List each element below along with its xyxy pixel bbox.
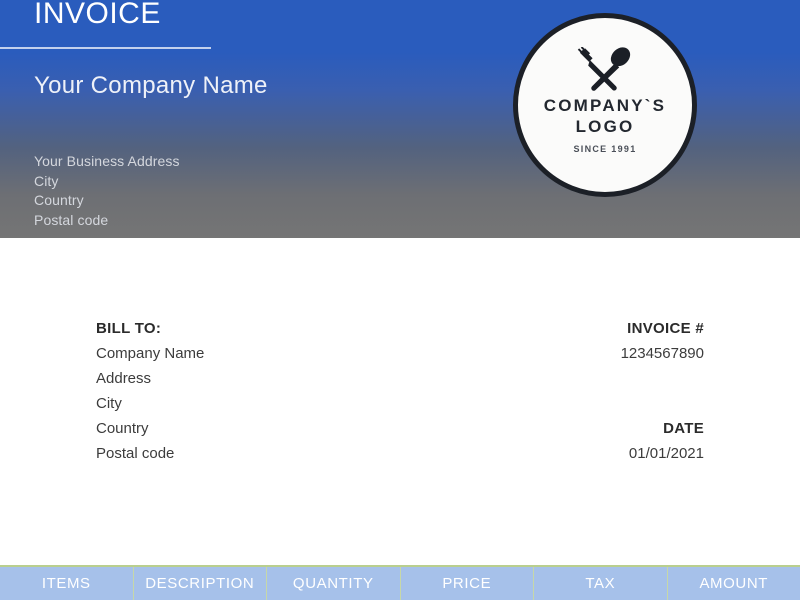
invoice-number-label: INVOICE # — [627, 320, 704, 337]
table-column-header-tax: TAX — [534, 567, 668, 600]
invoice-meta-block: INVOICE # 1234567890 DATE 01/01/2021 — [621, 316, 704, 466]
address-line-3: Country — [34, 192, 84, 208]
invoice-number-value: 1234567890 — [620, 345, 704, 362]
bill-to-line-5: Postal code — [96, 445, 175, 462]
bill-to-line-3: City — [96, 395, 122, 412]
logo-since-text: SINCE 1991 — [573, 144, 637, 154]
bill-to-line-1: Company Name — [96, 345, 205, 362]
bill-to-block: BILL TO: Company Name Address City Count… — [96, 316, 204, 466]
table-column-header-amount: AMOUNT — [699, 575, 769, 592]
logo-name-line-2: LOGO — [575, 117, 635, 136]
logo-company-name: COMPANY`S LOGO — [544, 95, 666, 137]
table-column-header-quantity: QUANTITY — [267, 567, 401, 600]
bill-to-line-4: Country — [96, 420, 149, 437]
address-line-1: Your Business Address — [34, 153, 180, 169]
address-line-4: Postal code — [34, 211, 109, 228]
table-column-header-price: PRICE — [401, 567, 534, 600]
bill-to-label: BILL TO: — [96, 320, 162, 337]
line-items-table-header: ITEMS DESCRIPTION QUANTITY PRICE TAX AMO… — [0, 565, 800, 600]
fork-and-spoon-crossed-icon — [577, 47, 631, 91]
invoice-date-label: DATE — [663, 420, 704, 437]
meta-spacer — [621, 366, 704, 416]
table-column-header-items: ITEMS — [0, 567, 134, 600]
bill-to-line-2: Address — [96, 370, 152, 387]
invoice-date-value: 01/01/2021 — [628, 445, 704, 462]
address-line-2: City — [34, 172, 59, 189]
business-address-block: Your Business Address City Country Posta… — [34, 152, 180, 230]
invoice-header-band: INVOICE Your Company Name Your Business … — [0, 0, 800, 238]
page-title: INVOICE — [34, 0, 161, 30]
table-column-header-description: DESCRIPTION — [134, 567, 267, 600]
logo-name-line-1: COMPANY`S — [543, 96, 667, 115]
company-name: Your Company Name — [34, 72, 268, 99]
company-logo: COMPANY`S LOGO SINCE 1991 — [513, 13, 697, 197]
invoice-details-section: BILL TO: Company Name Address City Count… — [0, 238, 800, 565]
title-divider — [0, 47, 211, 49]
